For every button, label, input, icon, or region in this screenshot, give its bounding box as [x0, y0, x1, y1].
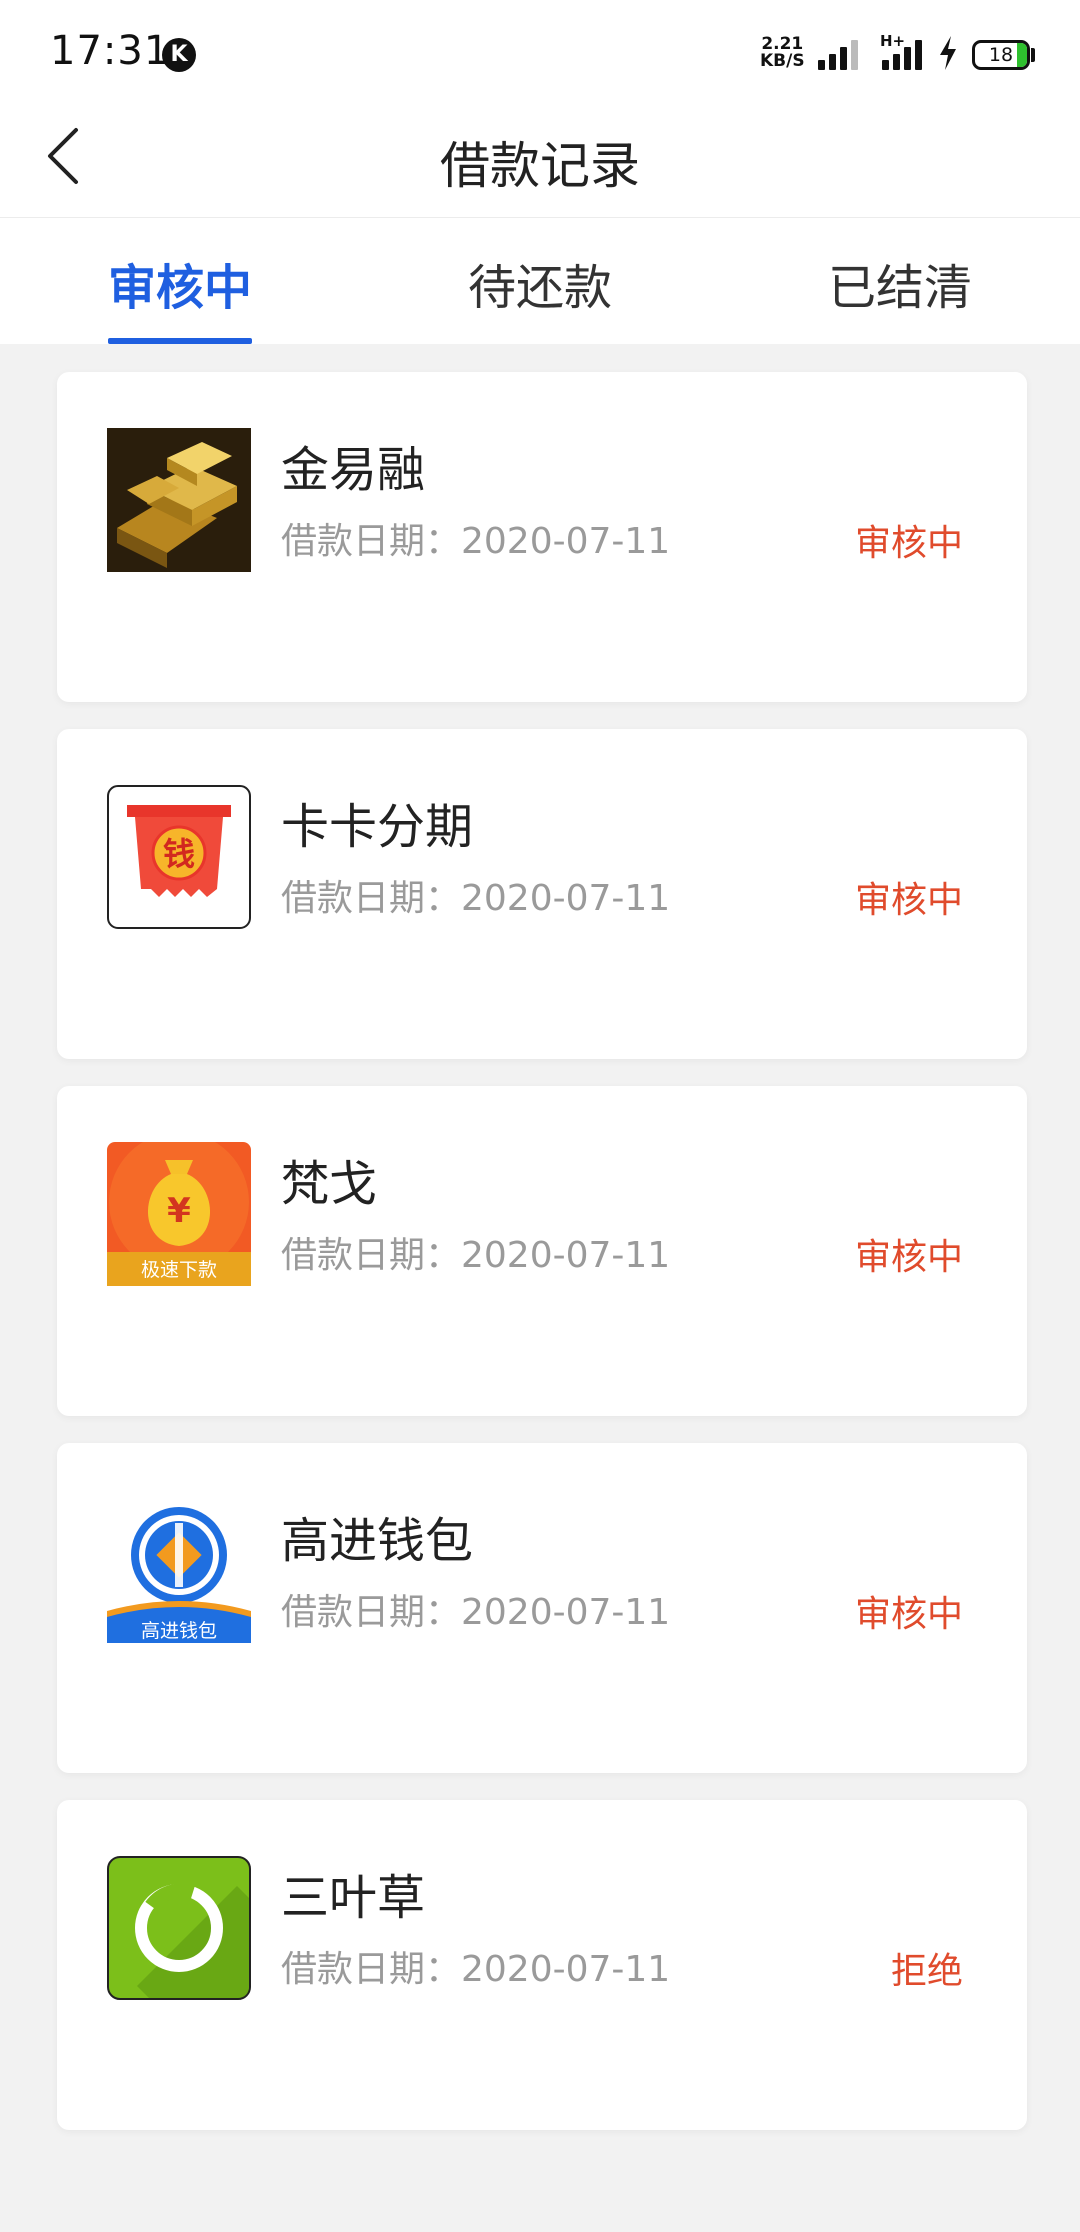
logo-text: 高进钱包: [141, 1620, 217, 1642]
loan-app-name: 金易融: [281, 442, 426, 498]
status-bar: 17:31 K 2.21 KB/S H+ 18: [0, 0, 1080, 100]
loan-card[interactable]: 钱 卡卡分期 借款日期：2020-07-11 审核中: [57, 729, 1027, 1059]
loan-card[interactable]: ¥ 极速下款 梵戈 借款日期：2020-07-11 审核中: [57, 1086, 1027, 1416]
tab-pending-repayment[interactable]: 待还款: [430, 248, 650, 318]
battery-tip: [1031, 48, 1035, 62]
loan-status: 审核中: [854, 523, 963, 564]
loan-card[interactable]: 金易融 借款日期：2020-07-11 审核中: [57, 372, 1027, 702]
signal-strength-2-icon: [882, 38, 926, 70]
red-money-scroll-logo-icon: 钱: [107, 785, 251, 929]
tab-settled[interactable]: 已结清: [790, 248, 1010, 318]
status-tabs: 审核中 待还款 已结清: [0, 218, 1080, 344]
money-bag-logo-icon: ¥ 极速下款: [107, 1142, 251, 1286]
battery-level: 18: [988, 44, 1014, 66]
charging-bolt-icon: [940, 36, 956, 70]
loan-date: 借款日期：2020-07-11: [281, 521, 671, 562]
loan-date: 借款日期：2020-07-11: [281, 1235, 671, 1276]
signal-strength-icon: [818, 38, 862, 70]
loan-date: 借款日期：2020-07-11: [281, 878, 671, 919]
loan-app-name: 梵戈: [281, 1156, 378, 1212]
loan-card[interactable]: 高进钱包 高进钱包 借款日期：2020-07-11 审核中: [57, 1443, 1027, 1773]
loan-date: 借款日期：2020-07-11: [281, 1949, 671, 1990]
loan-status: 审核中: [854, 880, 963, 921]
status-time: 17:31: [50, 28, 171, 74]
loan-card[interactable]: 三叶草 借款日期：2020-07-11 拒绝: [57, 1800, 1027, 2130]
network-speed: 2.21 KB/S: [760, 36, 805, 70]
gold-bars-logo-icon: [107, 428, 251, 572]
loan-date: 借款日期：2020-07-11: [281, 1592, 671, 1633]
loan-app-name: 高进钱包: [281, 1513, 474, 1569]
app-header: 借款记录: [0, 100, 1080, 218]
battery-icon: 18: [972, 40, 1030, 70]
loan-app-name: 卡卡分期: [281, 799, 474, 855]
logo-text: 极速下款: [141, 1259, 217, 1281]
loan-status: 审核中: [854, 1594, 963, 1635]
loan-app-name: 三叶草: [281, 1870, 426, 1926]
tab-under-review[interactable]: 审核中: [70, 248, 290, 318]
page-title: 借款记录: [440, 137, 640, 195]
loan-list: 金易融 借款日期：2020-07-11 审核中 钱 卡卡分期 借款日期：2020…: [57, 372, 1027, 2157]
loan-status: 拒绝: [890, 1951, 963, 1992]
logo-text: 钱: [163, 835, 195, 873]
blue-coin-logo-icon: 高进钱包: [107, 1499, 251, 1643]
notification-k-icon: K: [162, 38, 196, 72]
loan-status: 审核中: [854, 1237, 963, 1278]
active-tab-indicator: [108, 338, 252, 344]
green-ring-logo-icon: [107, 1856, 251, 2000]
logo-symbol: ¥: [167, 1191, 191, 1231]
network-speed-unit: KB/S: [760, 51, 805, 71]
